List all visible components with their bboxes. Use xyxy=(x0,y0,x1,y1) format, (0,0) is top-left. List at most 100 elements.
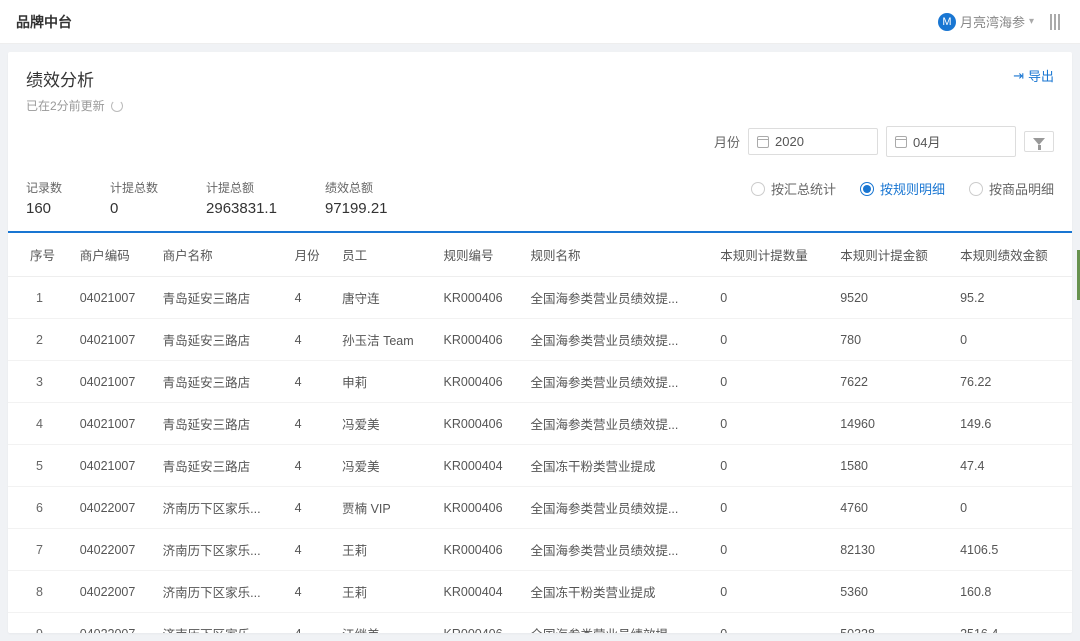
app-title: 品牌中台 xyxy=(16,12,72,32)
table-header-cell[interactable]: 本规则绩效金额 xyxy=(952,233,1072,277)
table-cell: 04021007 xyxy=(72,319,155,361)
view-mode-radio[interactable]: 按汇总统计 xyxy=(751,179,836,198)
table-cell: 4 xyxy=(287,277,335,319)
table-cell: 0 xyxy=(712,445,832,487)
stat-value: 97199.21 xyxy=(325,200,388,217)
table-cell: 青岛延安三路店 xyxy=(155,445,287,487)
table-body: 104021007青岛延安三路店4唐守连KR000406全国海参类营业员绩效提.… xyxy=(8,277,1072,634)
table-header-cell[interactable]: 本规则计提数量 xyxy=(712,233,832,277)
table-row[interactable]: 804022007济南历下区家乐...4王莉KR000404全国冻干粉类营业提成… xyxy=(8,571,1072,613)
table-cell: 160.8 xyxy=(952,571,1072,613)
table-header-cell[interactable]: 月份 xyxy=(287,233,335,277)
main-panel: 绩效分析 已在2分前更新 ⇥ 导出 月份 2020 04月 xyxy=(8,52,1072,633)
table-cell: 全国海参类营业员绩效提... xyxy=(522,277,712,319)
brand-name: 月亮湾海参 xyxy=(960,12,1025,31)
table-row[interactable]: 304021007青岛延安三路店4申莉KR000406全国海参类营业员绩效提..… xyxy=(8,361,1072,403)
table-header-cell[interactable]: 商户编码 xyxy=(72,233,155,277)
page-wrapper: 绩效分析 已在2分前更新 ⇥ 导出 月份 2020 04月 xyxy=(0,44,1080,641)
table-row[interactable]: 104021007青岛延安三路店4唐守连KR000406全国海参类营业员绩效提.… xyxy=(8,277,1072,319)
month-input[interactable]: 04月 xyxy=(886,126,1016,157)
table-header-row: 序号商户编码商户名称月份员工规则编号规则名称本规则计提数量本规则计提金额本规则绩… xyxy=(8,233,1072,277)
table-cell: 王莉 xyxy=(334,529,435,571)
table-cell: 1 xyxy=(8,277,72,319)
table-cell: 5360 xyxy=(832,571,952,613)
table-cell: 0 xyxy=(712,361,832,403)
table-header-cell[interactable]: 规则名称 xyxy=(522,233,712,277)
stat-block: 计提总数0 xyxy=(110,179,158,217)
view-mode-radio[interactable]: 按商品明细 xyxy=(969,179,1054,198)
radio-label: 按汇总统计 xyxy=(771,179,836,198)
filter-row: 月份 2020 04月 xyxy=(8,120,1072,169)
table-cell: 青岛延安三路店 xyxy=(155,319,287,361)
table-header-cell[interactable]: 商户名称 xyxy=(155,233,287,277)
table-container[interactable]: 序号商户编码商户名称月份员工规则编号规则名称本规则计提数量本规则计提金额本规则绩… xyxy=(8,233,1072,633)
page-title: 绩效分析 xyxy=(26,66,123,91)
stat-label: 绩效总额 xyxy=(325,179,388,196)
stat-value: 160 xyxy=(26,200,62,217)
filter-button[interactable] xyxy=(1024,131,1054,152)
table-header-cell[interactable]: 序号 xyxy=(8,233,72,277)
table-cell: 50328 xyxy=(832,613,952,634)
view-mode-radios: 按汇总统计 按规则明细 按商品明细 xyxy=(751,179,1054,198)
table-cell: 4106.5 xyxy=(952,529,1072,571)
table-cell: 9520 xyxy=(832,277,952,319)
table-cell: 贾楠 VIP xyxy=(334,487,435,529)
table-row[interactable]: 904022007济南历下区家乐...4江继美KR000406全国海参类营业员绩… xyxy=(8,613,1072,634)
table-cell: 14960 xyxy=(832,403,952,445)
table-cell: 冯爱美 xyxy=(334,403,435,445)
view-mode-radio[interactable]: 按规则明细 xyxy=(860,179,945,198)
table-cell: 04022007 xyxy=(72,529,155,571)
top-bar: 品牌中台 M 月亮湾海参 ▾ xyxy=(0,0,1080,44)
panel-header: 绩效分析 已在2分前更新 ⇥ 导出 xyxy=(8,52,1072,120)
radio-label: 按规则明细 xyxy=(880,179,945,198)
menu-icon[interactable] xyxy=(1046,10,1064,34)
table-row[interactable]: 504021007青岛延安三路店4冯爱美KR000404全国冻干粉类营业提成01… xyxy=(8,445,1072,487)
table-header-cell[interactable]: 员工 xyxy=(334,233,435,277)
table-row[interactable]: 604022007济南历下区家乐...4贾楠 VIPKR000406全国海参类营… xyxy=(8,487,1072,529)
table-cell: 76.22 xyxy=(952,361,1072,403)
table-cell: KR000406 xyxy=(436,529,523,571)
table-cell: 江继美 xyxy=(334,613,435,634)
table-cell: KR000404 xyxy=(436,571,523,613)
calendar-icon xyxy=(895,136,907,148)
table-cell: 济南历下区家乐... xyxy=(155,487,287,529)
table-cell: 4 xyxy=(287,487,335,529)
table-cell: 青岛延安三路店 xyxy=(155,403,287,445)
table-cell: 全国海参类营业员绩效提... xyxy=(522,613,712,634)
table-cell: 0 xyxy=(712,613,832,634)
table-header-cell[interactable]: 规则编号 xyxy=(436,233,523,277)
table-row[interactable]: 704022007济南历下区家乐...4王莉KR000406全国海参类营业员绩效… xyxy=(8,529,1072,571)
table-cell: KR000404 xyxy=(436,445,523,487)
table-cell: 全国海参类营业员绩效提... xyxy=(522,487,712,529)
table-cell: 04022007 xyxy=(72,571,155,613)
table-row[interactable]: 404021007青岛延安三路店4冯爱美KR000406全国海参类营业员绩效提.… xyxy=(8,403,1072,445)
table-cell: KR000406 xyxy=(436,403,523,445)
table-cell: KR000406 xyxy=(436,277,523,319)
stats-row: 记录数160计提总数0计提总额2963831.1绩效总额97199.21 按汇总… xyxy=(8,169,1072,233)
table-cell: 2516.4 xyxy=(952,613,1072,634)
stat-block: 记录数160 xyxy=(26,179,62,217)
year-input[interactable]: 2020 xyxy=(748,128,878,155)
performance-table: 序号商户编码商户名称月份员工规则编号规则名称本规则计提数量本规则计提金额本规则绩… xyxy=(8,233,1072,633)
table-cell: 82130 xyxy=(832,529,952,571)
refresh-icon[interactable] xyxy=(111,100,123,112)
table-cell: 780 xyxy=(832,319,952,361)
table-cell: 47.4 xyxy=(952,445,1072,487)
radio-label: 按商品明细 xyxy=(989,179,1054,198)
export-button[interactable]: ⇥ 导出 xyxy=(1013,66,1054,85)
table-cell: 唐守连 xyxy=(334,277,435,319)
table-cell: 4 xyxy=(287,319,335,361)
table-header-cell[interactable]: 本规则计提金额 xyxy=(832,233,952,277)
table-cell: 全国冻干粉类营业提成 xyxy=(522,571,712,613)
table-cell: 04021007 xyxy=(72,403,155,445)
brand-selector[interactable]: M 月亮湾海参 ▾ xyxy=(938,12,1034,31)
last-updated: 已在2分前更新 xyxy=(26,97,123,114)
month-value: 04月 xyxy=(913,132,940,151)
table-row[interactable]: 204021007青岛延安三路店4孙玉洁 TeamKR000406全国海参类营业… xyxy=(8,319,1072,361)
table-cell: 0 xyxy=(952,319,1072,361)
table-cell: 9 xyxy=(8,613,72,634)
calendar-icon xyxy=(757,136,769,148)
table-cell: 0 xyxy=(712,319,832,361)
table-cell: 7622 xyxy=(832,361,952,403)
table-cell: 4 xyxy=(8,403,72,445)
